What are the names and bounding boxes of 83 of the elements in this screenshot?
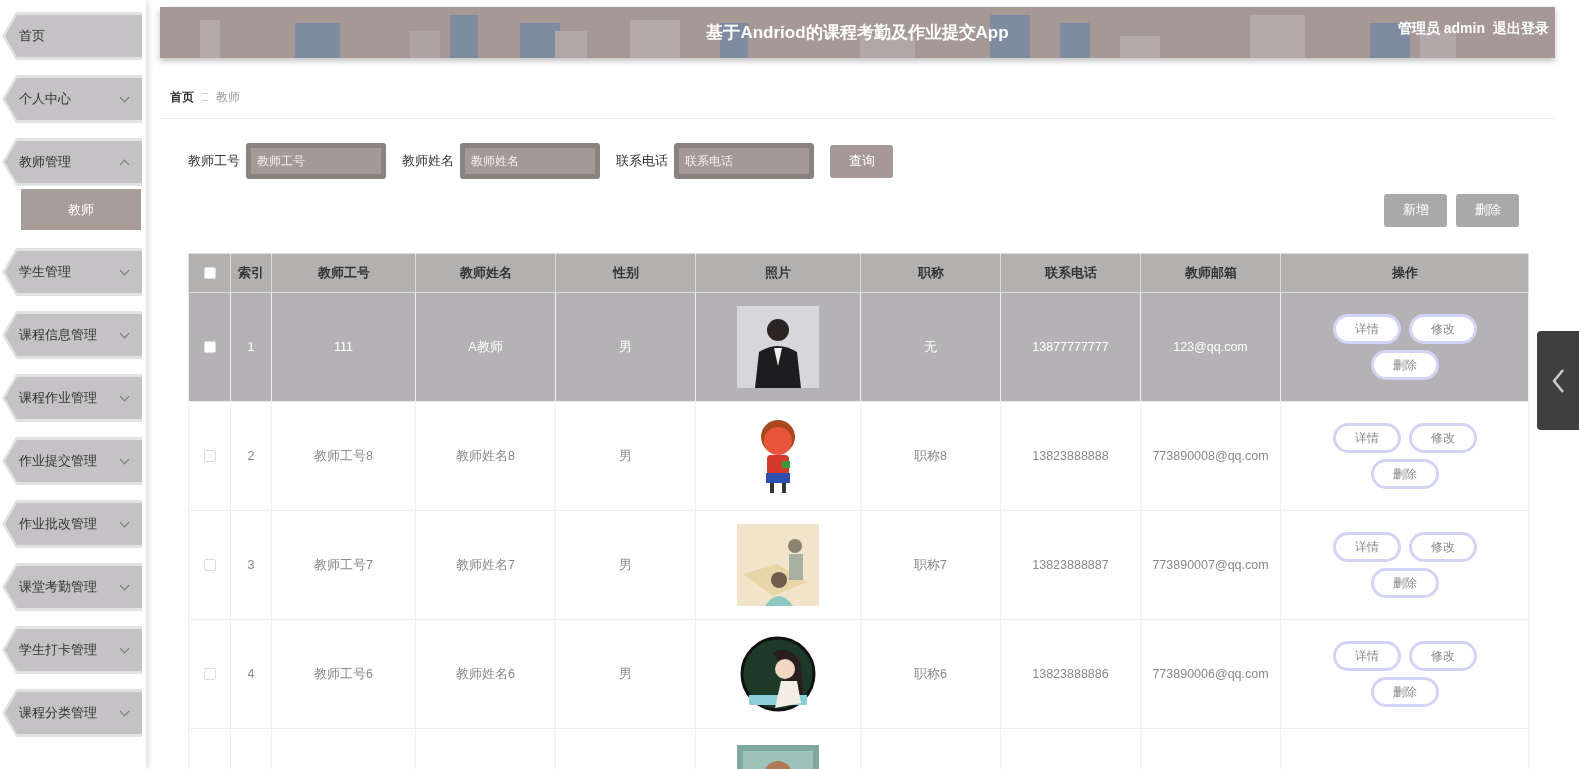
table-cell: 4 xyxy=(247,666,255,681)
menu-item[interactable]: 首页 xyxy=(2,12,142,60)
column-header: 职称 xyxy=(917,265,944,280)
menu-item[interactable]: 学生管理 xyxy=(2,248,142,296)
column-header: 教师邮箱 xyxy=(1184,265,1237,280)
details-button[interactable]: 详情 xyxy=(1332,641,1401,671)
table-cell: 773890008@qq.com xyxy=(1152,448,1269,463)
table-cell: 13877777777 xyxy=(1032,339,1109,354)
table-cell: 无 xyxy=(924,339,937,354)
details-button[interactable]: 详情 xyxy=(1332,423,1401,453)
table-cell: A教师 xyxy=(468,339,503,354)
menu-item[interactable]: 学生打卡管理 xyxy=(2,626,142,674)
chevron-left-icon xyxy=(1551,367,1565,394)
menu-item[interactable]: 课程信息管理 xyxy=(2,311,142,359)
collapse-handle[interactable] xyxy=(1537,331,1579,430)
edit-button[interactable]: 修改 xyxy=(1408,423,1477,453)
search-button[interactable]: 查询 xyxy=(830,144,893,178)
table-cell: 男 xyxy=(619,339,632,354)
input-field[interactable]: 教师姓名 xyxy=(460,143,600,179)
table-cell: 教师姓名6 xyxy=(456,666,515,681)
table-cell: 13823888887 xyxy=(1032,557,1109,572)
table-cell: 111 xyxy=(334,339,353,354)
column-header: 教师姓名 xyxy=(459,265,512,280)
checkbox[interactable] xyxy=(203,668,216,681)
details-button[interactable]: 详情 xyxy=(1332,314,1401,344)
delete-button[interactable]: 删除 xyxy=(1370,459,1439,489)
column-header: 性别 xyxy=(612,265,639,280)
table-cell: 男 xyxy=(619,557,632,572)
menu-item[interactable]: 课程分类管理 xyxy=(2,689,142,737)
breadcrumb-link[interactable]: 首页 xyxy=(170,88,194,106)
delete-button[interactable]: 删除 xyxy=(1456,194,1519,227)
menu-item[interactable]: 课程作业管理 xyxy=(2,374,142,422)
table-cell: 3 xyxy=(247,557,255,572)
menu-item[interactable]: 个人中心 xyxy=(2,75,142,123)
column-header: 教师工号 xyxy=(317,265,370,280)
table-cell: 职称7 xyxy=(914,557,947,572)
table-cell: 教师姓名8 xyxy=(456,448,515,463)
checkbox[interactable] xyxy=(203,267,216,280)
app-title: 基于Andriod的课程考勤及作业提交App xyxy=(706,21,1009,44)
table-cell: 教师工号8 xyxy=(314,448,373,463)
edit-button[interactable]: 修改 xyxy=(1408,314,1477,344)
menu-item[interactable]: 作业提交管理 xyxy=(2,437,142,485)
submenu-item[interactable]: 教师 xyxy=(21,189,141,230)
logout-link[interactable]: 退出登录 xyxy=(1493,18,1549,39)
delete-button[interactable]: 删除 xyxy=(1370,677,1439,707)
details-button[interactable]: 详情 xyxy=(1332,532,1401,562)
delete-button[interactable]: 删除 xyxy=(1370,350,1439,380)
input-field[interactable]: 教师工号 xyxy=(246,143,386,179)
field-label: 教师姓名 xyxy=(402,152,454,171)
table-cell: 13823888888 xyxy=(1032,448,1109,463)
separator-icon xyxy=(202,93,208,101)
checkbox[interactable] xyxy=(203,450,216,463)
menu-item[interactable]: 教师管理 xyxy=(2,138,142,186)
edit-button[interactable]: 修改 xyxy=(1408,641,1477,671)
table-cell: 男 xyxy=(619,448,632,463)
user-name: 管理员 admin xyxy=(1397,19,1485,38)
table-cell: 职称6 xyxy=(914,666,947,681)
table-cell: 773890007@qq.com xyxy=(1152,557,1269,572)
breadcrumb-current: 教师 xyxy=(216,89,240,106)
table-cell: 男 xyxy=(619,666,632,681)
table-cell: 2 xyxy=(247,448,255,463)
input-field[interactable]: 联系电话 xyxy=(674,143,814,179)
table-cell: 教师工号6 xyxy=(314,666,373,681)
menu-item[interactable]: 课堂考勤管理 xyxy=(2,563,142,611)
delete-button[interactable]: 删除 xyxy=(1370,568,1439,598)
edit-button[interactable]: 修改 xyxy=(1408,532,1477,562)
column-header: 索引 xyxy=(238,265,264,280)
column-header: 照片 xyxy=(765,265,791,280)
table-cell: 13823888886 xyxy=(1032,666,1109,681)
table-cell: 123@qq.com xyxy=(1173,339,1248,354)
table-cell: 职称8 xyxy=(914,448,947,463)
checkbox[interactable] xyxy=(203,341,216,354)
field-label: 联系电话 xyxy=(616,152,668,171)
table-cell: 教师工号7 xyxy=(314,557,373,572)
table-cell: 1 xyxy=(247,339,255,354)
field-label: 教师工号 xyxy=(188,152,240,171)
add-button[interactable]: 新增 xyxy=(1384,194,1447,227)
menu-item[interactable]: 作业批改管理 xyxy=(2,500,142,548)
checkbox[interactable] xyxy=(203,559,216,572)
table-cell: 773890006@qq.com xyxy=(1152,666,1269,681)
column-header: 操作 xyxy=(1391,265,1418,280)
column-header: 联系电话 xyxy=(1044,265,1097,280)
table-cell: 教师姓名7 xyxy=(456,557,515,572)
